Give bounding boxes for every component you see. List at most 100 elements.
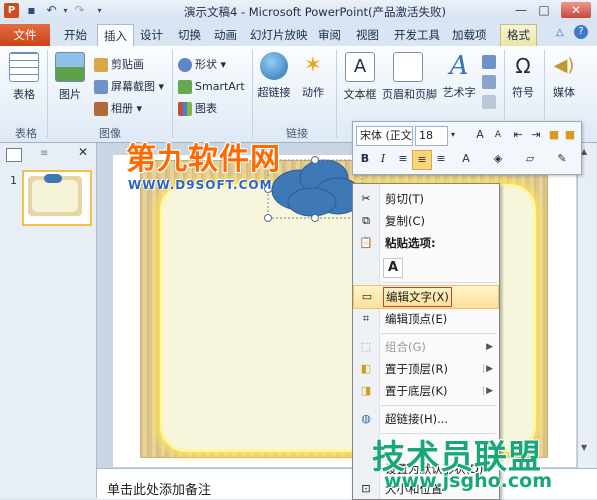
menu-item-copy[interactable]: ⧉ 复制(C) (353, 210, 499, 232)
outline-tab-icon[interactable]: ≡ (40, 148, 54, 160)
slide-number-icon[interactable] (482, 75, 496, 89)
tab-insert[interactable]: 插入 (97, 24, 134, 47)
header-footer-button[interactable]: 页眉和页脚 (382, 52, 437, 102)
maximize-button[interactable]: □ (533, 2, 555, 18)
undo-dropdown-icon[interactable]: ▾ (58, 3, 73, 18)
increase-indent-icon[interactable]: ⇥ (527, 126, 545, 144)
action-button[interactable]: ✶ 动作 (298, 52, 328, 100)
bold-button[interactable]: B (356, 150, 374, 168)
tab-developer[interactable]: 开发工具 (388, 25, 446, 45)
close-pane-icon[interactable]: ✕ (78, 145, 88, 159)
powerpoint-app-icon[interactable]: P (4, 3, 19, 18)
vertical-scrollbar[interactable]: ▲ ▼ (577, 143, 596, 468)
media-button[interactable]: ◀) 媒体 (548, 52, 580, 100)
copy-icon: ⧉ (362, 214, 370, 227)
menu-item-hyperlink[interactable]: ◍ 超链接(H)... (353, 408, 499, 430)
shape-fill-icon[interactable]: ■ (561, 126, 579, 144)
symbol-button[interactable]: Ω 符号 (508, 52, 538, 100)
menu-item-send-to-back[interactable]: ◨ 置于底层(K) | ▶ (353, 380, 499, 402)
wordart-button[interactable]: A 艺术字 (440, 52, 478, 100)
shapes-label: 形状 (195, 58, 217, 71)
menu-item-cut[interactable]: ✂ 剪切(T) (353, 188, 499, 210)
tab-transitions[interactable]: 切换 (172, 25, 207, 45)
submenu-arrow-icon[interactable]: ▶ (486, 380, 493, 402)
shrink-font-icon[interactable]: A (489, 126, 507, 144)
menu-item-edit-text[interactable]: ▭ 编辑文字(X) (353, 285, 499, 309)
tab-home[interactable]: 开始 (58, 25, 93, 45)
tab-review[interactable]: 审阅 (312, 25, 347, 45)
submenu-arrow-icon[interactable]: ▶ (486, 358, 493, 380)
hyperlink-button[interactable]: 超链接 (256, 52, 292, 100)
font-name-box[interactable]: 宋体 (正文 (356, 126, 413, 146)
notes-placeholder: 单击此处添加备注 (107, 483, 212, 498)
tab-file[interactable]: 文件 (0, 24, 50, 46)
outline-color-icon[interactable]: ▱ (521, 150, 539, 168)
close-button[interactable]: ✕ (561, 2, 591, 18)
chart-label: 图表 (195, 102, 217, 115)
tab-slideshow[interactable]: 幻灯片放映 (244, 25, 314, 45)
customize-quick-access-icon[interactable]: ▾ (92, 3, 107, 18)
undo-icon[interactable]: ↶ (44, 3, 59, 18)
size-dropdown-icon[interactable]: ▾ (444, 126, 462, 144)
font-color-icon[interactable]: A (457, 150, 475, 168)
d9soft-logo: 第九软件网 (126, 142, 281, 177)
paste-keep-text-only-button[interactable]: A (383, 258, 403, 278)
media-label: 媒体 (553, 86, 575, 99)
menu-item-edit-points[interactable]: ⌗ 编辑顶点(E) (353, 308, 499, 330)
table-label: 表格 (13, 88, 35, 101)
omega-icon: Ω (515, 54, 531, 78)
screenshot-button[interactable]: 屏幕截图 ▾ (94, 78, 164, 96)
album-button[interactable]: 相册 ▾ (94, 100, 142, 118)
ribbon-separator (252, 50, 253, 138)
globe-icon (260, 52, 288, 80)
group-label-images: 图像 (99, 127, 121, 140)
decrease-indent-icon[interactable]: ⇤ (509, 126, 527, 144)
group-icon: ⬚ (360, 340, 372, 353)
tab-addins[interactable]: 加载项 (446, 25, 493, 45)
menu-item-paste-options: 📋 粘贴选项: (359, 236, 436, 250)
fill-color-icon[interactable]: ◈ (489, 150, 507, 168)
ribbon-separator (336, 50, 337, 138)
grow-font-icon[interactable]: A (471, 126, 489, 144)
chart-icon (178, 102, 192, 116)
picture-button[interactable]: 图片 (52, 52, 88, 102)
wordart-label: 艺术字 (442, 86, 476, 99)
hyperlink-label: 超链接 (257, 86, 291, 99)
help-icon[interactable]: ? (574, 25, 588, 39)
table-button[interactable]: 表格 (6, 52, 42, 102)
align-center-icon[interactable]: ≡ (412, 150, 432, 170)
minimize-button[interactable]: — (510, 2, 532, 18)
format-painter-icon[interactable]: ✎ (553, 150, 571, 168)
tab-view[interactable]: 视图 (350, 25, 385, 45)
smartart-label: SmartArt (195, 80, 245, 93)
font-size-value: 18 (419, 129, 433, 142)
save-icon[interactable]: ▪ (24, 3, 39, 18)
date-time-icon[interactable] (482, 55, 496, 69)
menu-separator (381, 282, 497, 283)
collapse-ribbon-icon[interactable]: △ (556, 27, 564, 38)
redo-icon[interactable]: ↷ (72, 3, 87, 18)
tab-animations[interactable]: 动画 (208, 25, 243, 45)
menu-item-bring-to-front[interactable]: ◧ 置于顶层(R) | ▶ (353, 358, 499, 380)
screenshot-label: 屏幕截图 (111, 80, 155, 93)
tab-format[interactable]: 格式 (500, 24, 537, 46)
align-right-icon[interactable]: ≡ (432, 150, 450, 168)
slides-tab-icon[interactable] (6, 148, 22, 162)
italic-button[interactable]: I (374, 150, 392, 168)
tab-design[interactable]: 设计 (134, 25, 169, 45)
clipart-button[interactable]: 剪贴画 (94, 56, 144, 74)
textbox-button[interactable]: A 文本框 (340, 52, 380, 102)
chart-button[interactable]: 图表 (178, 100, 217, 118)
symbol-label: 符号 (512, 86, 534, 99)
slide-thumbnail[interactable] (22, 170, 92, 226)
paste-icon: 📋 (359, 236, 373, 249)
picture-icon (55, 52, 85, 82)
smartart-button[interactable]: SmartArt (178, 78, 245, 96)
object-icon[interactable] (482, 95, 496, 109)
speaker-icon: ◀) (553, 55, 575, 76)
jsgho-url: www.jsgho.com (384, 470, 552, 492)
align-left-icon[interactable]: ≡ (394, 150, 412, 168)
shapes-button[interactable]: 形状 ▾ (178, 56, 226, 74)
ribbon-tab-row: 文件 开始 插入 设计 切换 动画 幻灯片放映 审阅 视图 开发工具 加载项 格… (0, 22, 597, 47)
scroll-down-icon[interactable]: ▼ (581, 443, 587, 452)
